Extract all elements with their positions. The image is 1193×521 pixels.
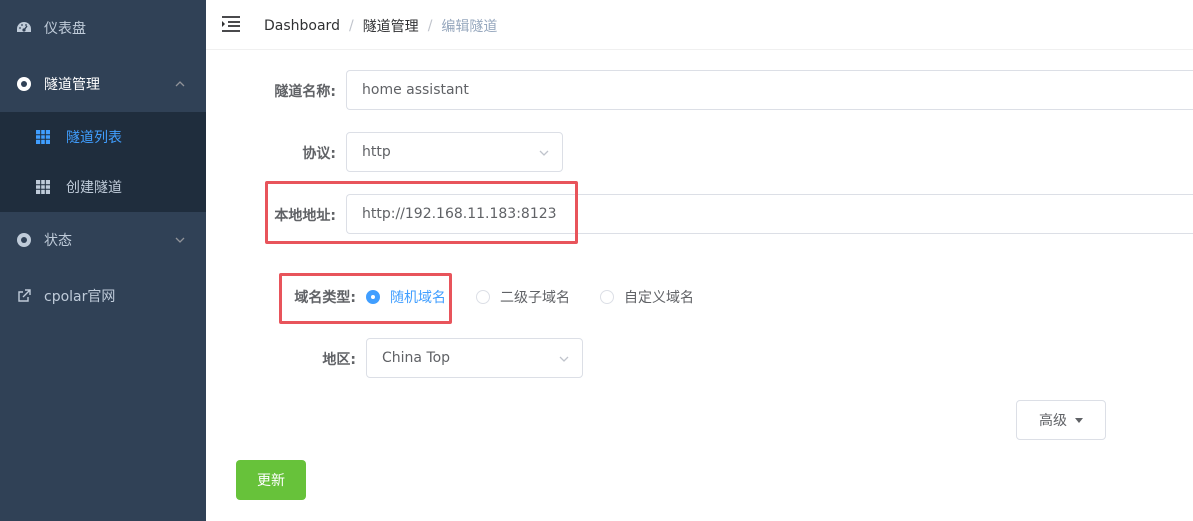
sidebar-item-label: 隧道列表 (66, 130, 122, 146)
chevron-down-icon (539, 150, 549, 156)
breadcrumb-separator: / (348, 18, 354, 34)
breadcrumb-separator: / (427, 18, 433, 34)
chevron-up-icon (175, 81, 185, 87)
sidebar-item-label: 创建隧道 (66, 180, 122, 196)
radio-subdomain[interactable]: 二级子域名 (476, 287, 570, 307)
protocol-label: 协议: (302, 146, 336, 162)
advanced-button[interactable]: 高级 (1016, 400, 1106, 440)
highlight-box (279, 273, 452, 324)
lifebuoy-icon (16, 76, 32, 92)
tunnel-name-input[interactable]: home assistant (346, 70, 1193, 110)
radio-label: 二级子域名 (500, 290, 570, 306)
sidebar: 仪表盘 隧道管理 隧道列表 创建隧道 状态 cpolar官网 (0, 0, 206, 521)
sidebar-item-tunnels[interactable]: 隧道管理 (0, 56, 206, 112)
breadcrumb-item: 编辑隧道 (441, 19, 498, 35)
tunnel-name-label: 隧道名称: (274, 84, 336, 100)
sidebar-item-status[interactable]: 状态 (0, 212, 206, 268)
sidebar-item-cpolar-site[interactable]: cpolar官网 (0, 268, 206, 324)
radio-dot (476, 290, 490, 304)
sidebar-item-label: 仪表盘 (44, 21, 86, 37)
breadcrumb-item[interactable]: 隧道管理 (363, 16, 419, 36)
region-value: China Top (382, 350, 451, 366)
dashboard-icon (16, 20, 32, 36)
region-select[interactable]: China Top (366, 338, 583, 378)
protocol-value: http (362, 144, 391, 160)
navbar: Dashboard / 隧道管理 / 编辑隧道 (206, 0, 1193, 50)
chevron-down-icon (175, 237, 185, 243)
update-label: 更新 (257, 473, 285, 489)
protocol-select[interactable]: http (346, 132, 563, 172)
lifebuoy-icon (16, 232, 32, 248)
sidebar-item-label: 隧道管理 (44, 77, 100, 93)
grid-icon (36, 130, 50, 144)
radio-label: 自定义域名 (624, 290, 694, 306)
sidebar-item-tunnel-list[interactable]: 隧道列表 (0, 112, 206, 162)
sidebar-item-label: cpolar官网 (44, 289, 116, 305)
radio-custom-domain[interactable]: 自定义域名 (600, 287, 694, 307)
highlight-box (265, 181, 578, 244)
update-button[interactable]: 更新 (236, 460, 306, 500)
sidebar-item-dashboard[interactable]: 仪表盘 (0, 0, 206, 56)
sidebar-item-label: 状态 (44, 233, 72, 249)
sidebar-item-create-tunnel[interactable]: 创建隧道 (0, 162, 206, 212)
caret-down-icon (1075, 417, 1083, 423)
menu-fold-icon[interactable] (222, 16, 240, 32)
external-link-icon (16, 288, 32, 304)
chevron-down-icon (559, 356, 569, 362)
grid-icon (36, 180, 50, 194)
breadcrumb: Dashboard / 隧道管理 / 编辑隧道 (264, 16, 497, 36)
advanced-label: 高级 (1039, 413, 1067, 429)
breadcrumb-item[interactable]: Dashboard (264, 18, 340, 34)
region-label: 地区: (322, 352, 356, 368)
tunnel-name-value: home assistant (362, 82, 469, 98)
radio-dot (600, 290, 614, 304)
